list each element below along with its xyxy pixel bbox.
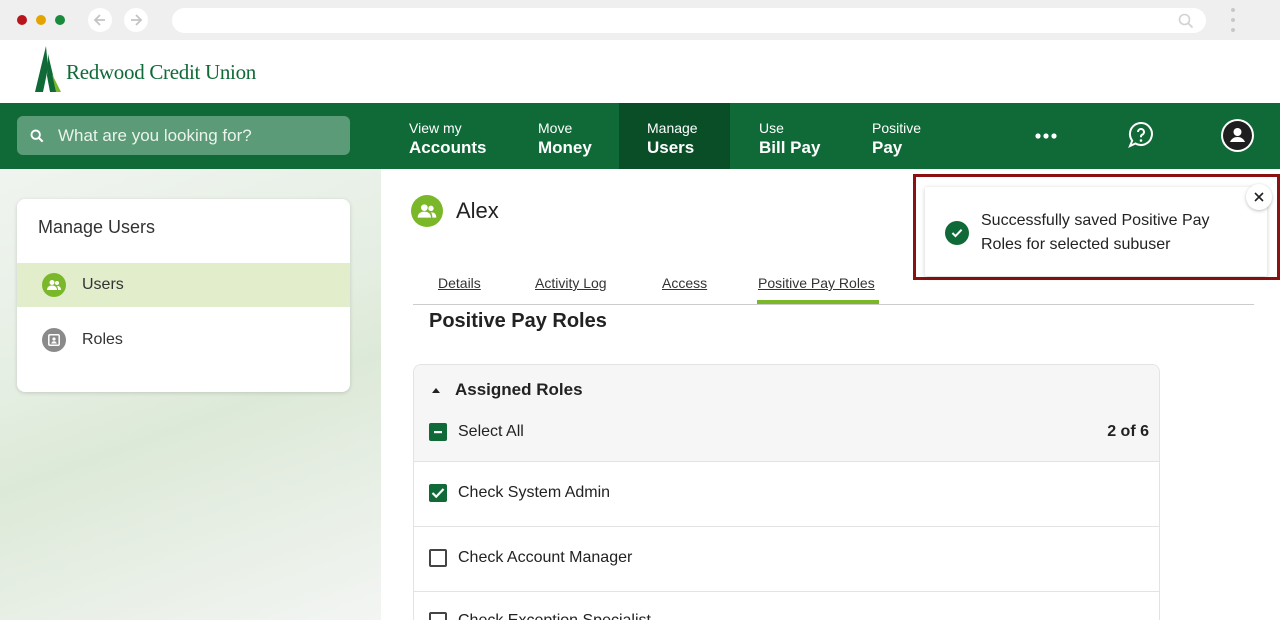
nav-move-money[interactable]: Move Money bbox=[538, 103, 592, 169]
sidebar-item-label: Roles bbox=[82, 331, 123, 348]
nav-label-line2: Accounts bbox=[409, 138, 487, 157]
brand-header: Redwood Credit Union bbox=[0, 40, 1280, 103]
tab-access[interactable]: Access bbox=[662, 275, 707, 291]
nav-bill-pay[interactable]: Use Bill Pay bbox=[759, 103, 820, 169]
nav-label-line1: Move bbox=[538, 120, 573, 136]
profile-icon[interactable] bbox=[1221, 119, 1254, 152]
assigned-roles-panel: Assigned Roles Select All 2 of 6 Check S… bbox=[413, 364, 1160, 620]
checkbox-checked-icon bbox=[429, 484, 447, 502]
role-label: Check Exception Specialist bbox=[458, 612, 651, 620]
user-header: Alex bbox=[411, 195, 499, 227]
caret-up-icon bbox=[432, 387, 440, 393]
brand-name: Redwood Credit Union bbox=[66, 59, 256, 84]
sidebar-card: Manage Users Users Roles bbox=[17, 199, 350, 392]
close-icon[interactable] bbox=[1246, 184, 1272, 210]
tab-activity-log[interactable]: Activity Log bbox=[535, 275, 607, 291]
nav-label-line1: Positive bbox=[872, 120, 922, 136]
nav-label-line2: Pay bbox=[872, 138, 903, 157]
nav-positive-pay[interactable]: Positive Pay bbox=[872, 103, 921, 169]
roles-icon bbox=[42, 328, 66, 352]
sidebar-item-users[interactable]: Users bbox=[17, 263, 350, 307]
kebab-menu-icon[interactable] bbox=[1230, 8, 1236, 32]
brand-logo[interactable]: Redwood Credit Union bbox=[34, 46, 256, 92]
divider bbox=[414, 591, 1159, 592]
more-icon[interactable] bbox=[1032, 119, 1060, 153]
selection-count: 2 of 6 bbox=[1107, 423, 1149, 440]
tab-positive-pay-roles[interactable]: Positive Pay Roles bbox=[758, 275, 875, 291]
role-check-system-admin[interactable]: Check System Admin bbox=[429, 484, 610, 502]
user-name: Alex bbox=[456, 198, 499, 223]
users-icon bbox=[42, 273, 66, 297]
role-label: Check Account Manager bbox=[458, 549, 633, 566]
checkbox-unchecked-icon bbox=[429, 549, 447, 567]
back-arrow-icon[interactable] bbox=[88, 8, 112, 32]
nav-label-line2: Users bbox=[647, 138, 695, 157]
forward-arrow-icon[interactable] bbox=[124, 8, 148, 32]
section-title: Positive Pay Roles bbox=[429, 310, 607, 332]
success-check-icon bbox=[945, 221, 969, 245]
tree-logo-icon bbox=[35, 46, 61, 92]
maximize-window-dot[interactable] bbox=[55, 15, 65, 25]
address-bar[interactable] bbox=[172, 8, 1206, 33]
nav-manage-users[interactable]: Manage Users bbox=[619, 103, 730, 169]
toast-message: Successfully saved Positive Pay Roles fo… bbox=[981, 212, 1210, 253]
close-window-dot[interactable] bbox=[17, 15, 27, 25]
nav-view-accounts[interactable]: View my Accounts bbox=[409, 103, 486, 169]
assigned-roles-toggle[interactable]: Assigned Roles bbox=[432, 380, 583, 400]
select-all-checkbox[interactable]: Select All bbox=[429, 423, 524, 441]
tab-details[interactable]: Details bbox=[438, 275, 481, 291]
nav-label-line1: Manage bbox=[647, 120, 698, 136]
main-navigation: What are you looking for? View my Accoun… bbox=[0, 103, 1280, 169]
indeterminate-checkbox-icon bbox=[429, 423, 447, 441]
browser-chrome bbox=[0, 0, 1280, 40]
nav-label-line1: Use bbox=[759, 120, 784, 136]
nav-label-line2: Money bbox=[538, 138, 592, 157]
role-check-exception-specialist[interactable]: Check Exception Specialist bbox=[429, 612, 651, 620]
roles-panel-header: Assigned Roles Select All 2 of 6 bbox=[414, 365, 1159, 462]
success-toast: Successfully saved Positive Pay Roles fo… bbox=[925, 187, 1267, 276]
search-icon bbox=[1178, 13, 1194, 34]
role-label: Check System Admin bbox=[458, 484, 611, 501]
select-all-label: Select All bbox=[458, 423, 524, 440]
role-check-account-manager[interactable]: Check Account Manager bbox=[429, 549, 632, 567]
divider bbox=[414, 526, 1159, 527]
search-placeholder: What are you looking for? bbox=[58, 125, 252, 145]
nav-label-line1: View my bbox=[409, 120, 462, 136]
assigned-roles-title: Assigned Roles bbox=[455, 380, 583, 399]
checkbox-unchecked-icon bbox=[429, 612, 447, 620]
search-input[interactable]: What are you looking for? bbox=[17, 116, 350, 155]
user-group-icon bbox=[411, 195, 443, 227]
minimize-window-dot[interactable] bbox=[36, 15, 46, 25]
nav-label-line2: Bill Pay bbox=[759, 138, 821, 157]
sidebar-item-roles[interactable]: Roles bbox=[17, 318, 350, 362]
help-chat-icon[interactable] bbox=[1125, 119, 1157, 151]
sidebar-item-label: Users bbox=[82, 276, 124, 293]
active-tab-indicator bbox=[757, 300, 879, 304]
sidebar-title: Manage Users bbox=[38, 217, 156, 237]
search-icon bbox=[30, 129, 44, 142]
